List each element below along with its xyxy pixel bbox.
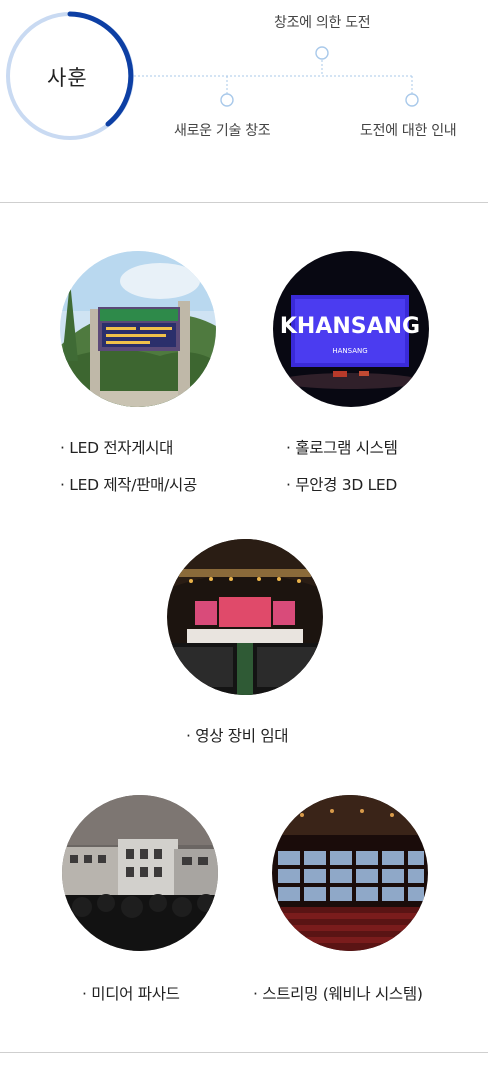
motto-connector-lines bbox=[6, 11, 419, 140]
caption-media-facade: · 미디어 파사드 bbox=[82, 985, 180, 1003]
motto-center-label: 사훈 bbox=[47, 66, 88, 90]
led-signboard-photo bbox=[60, 251, 216, 407]
motto-top-label: 창조에 의한 도전 bbox=[274, 15, 371, 31]
caption-streaming: · 스트리밍 (웨비나 시스템) bbox=[253, 985, 423, 1003]
motto-diagram: 사훈 창조에 의한 도전 새로운 기술 창조 도전에 대한 인내 bbox=[0, 0, 488, 202]
motto-left-label: 새로운 기술 창조 bbox=[174, 123, 271, 139]
hologram-photo: KHANSANG HANSANG bbox=[273, 251, 429, 407]
hologram-logo-text: KHANSANG bbox=[280, 314, 420, 339]
streaming-photo bbox=[272, 795, 428, 951]
section-divider-top bbox=[0, 202, 488, 203]
motto-right-label: 도전에 대한 인내 bbox=[360, 123, 457, 139]
section-divider-bottom bbox=[0, 1052, 488, 1053]
node-right bbox=[405, 93, 419, 107]
caption-led-production: · LED 제작/판매/시공 bbox=[60, 476, 197, 494]
node-left bbox=[220, 93, 234, 107]
caption-led-sign: · LED 전자게시대 bbox=[60, 439, 174, 457]
caption-3d-led: · 무안경 3D LED bbox=[286, 476, 398, 494]
caption-hologram: · 홀로그램 시스템 bbox=[286, 439, 398, 457]
media-facade-photo bbox=[62, 795, 218, 951]
caption-equipment-rental: · 영상 장비 임대 bbox=[186, 727, 289, 745]
hologram-subtitle-text: HANSANG bbox=[332, 347, 367, 355]
equipment-rental-photo bbox=[167, 539, 323, 695]
node-top bbox=[315, 46, 329, 60]
